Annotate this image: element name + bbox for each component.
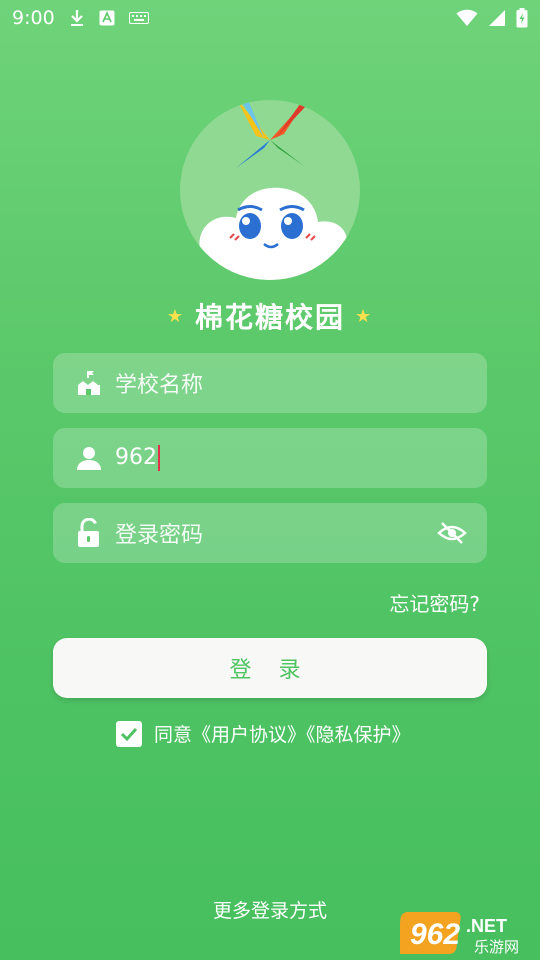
status-right (456, 8, 528, 28)
school-name-field[interactable]: 学校名称 (53, 353, 487, 413)
wifi-icon (456, 9, 478, 27)
school-name-placeholder: 学校名称 (115, 373, 204, 398)
agreement-row: 同意《用户协议》《隐私保护》 (116, 720, 411, 747)
watermark-logo: 962 .NET 乐游网 (396, 908, 538, 958)
eye-off-icon[interactable] (437, 519, 467, 547)
svg-text:.NET: .NET (466, 916, 507, 936)
account-field[interactable]: 962 (53, 428, 487, 488)
account-value: 962 (115, 445, 157, 470)
privacy-link[interactable]: 《隐私保护》 (306, 724, 411, 746)
check-icon (120, 727, 138, 741)
agree-prefix: 同意 (154, 724, 193, 746)
login-button[interactable]: 登 录 (53, 638, 487, 698)
download-icon (69, 9, 85, 27)
app-title: ★ 棉花糖校园 ★ (0, 296, 540, 336)
text-cursor (158, 445, 160, 471)
account-input[interactable]: 962 (115, 445, 160, 471)
mascot-logo-icon (180, 100, 360, 280)
keyboard-a-icon (99, 10, 115, 26)
battery-icon (516, 8, 528, 28)
agree-checkbox[interactable] (116, 720, 142, 747)
school-icon (75, 369, 103, 397)
star-icon: ★ (355, 305, 374, 327)
user-agreement-link[interactable]: 《用户协议》 (192, 724, 306, 746)
app-logo (180, 100, 360, 280)
svg-text:乐游网: 乐游网 (474, 938, 519, 956)
signal-icon (488, 9, 506, 27)
app-title-text: 棉花糖校园 (194, 301, 345, 334)
lock-icon (75, 518, 103, 547)
star-icon: ★ (166, 305, 185, 327)
forgot-password-link[interactable]: 忘记密码? (389, 588, 480, 617)
status-left: 9:00 (12, 7, 149, 29)
user-icon (75, 444, 103, 472)
keyboard-icon (128, 12, 149, 24)
svg-text:962: 962 (410, 918, 460, 951)
status-bar: 9:00 (0, 0, 540, 36)
status-time: 9:00 (12, 7, 55, 29)
password-field[interactable]: 登录密码 (53, 503, 487, 563)
password-placeholder: 登录密码 (115, 523, 204, 548)
